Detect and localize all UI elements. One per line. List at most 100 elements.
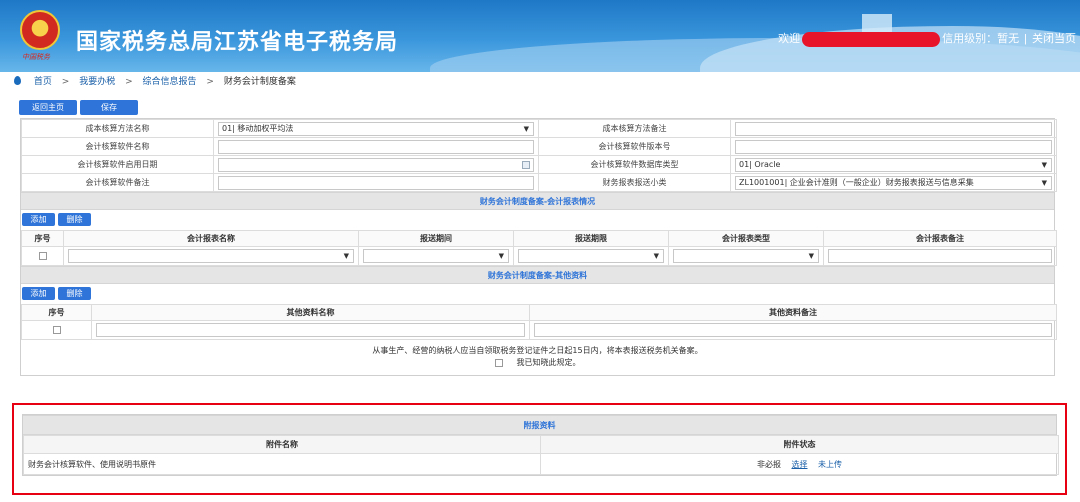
dropdown-caret-icon: ▼ xyxy=(808,252,814,260)
attachment-name: 财务会计核算软件、使用说明书原件 xyxy=(23,453,541,475)
other-section-title: 财务会计制度备案-其他资料 xyxy=(21,266,1054,284)
row-checkbox[interactable] xyxy=(38,252,47,260)
form-row: 成本核算方法名称 01| 移动加权平均法 ▼ 成本核算方法备注 xyxy=(21,119,1057,138)
cost-method-value: 01| 移动加权平均法 xyxy=(222,123,294,133)
report-add-button[interactable]: 添加 xyxy=(22,213,55,226)
location-pin-icon xyxy=(14,76,21,85)
dropdown-caret-icon: ▼ xyxy=(1041,160,1047,169)
table-row: ▼ ▼ ▼ ▼ xyxy=(21,246,1057,266)
dropdown-caret-icon: ▼ xyxy=(523,124,529,133)
attachment-required: 非必报 xyxy=(756,459,781,469)
col-attachment-status: 附件状态 xyxy=(540,435,1059,454)
row-checkbox[interactable] xyxy=(52,326,61,334)
software-remark-input[interactable] xyxy=(218,175,534,190)
software-remark-label: 会计核算软件备注 xyxy=(21,173,214,192)
report-table: 序号 会计报表名称 报送期间 报送期限 会计报表类型 会计报表备注 ▼ ▼ ▼ … xyxy=(21,230,1057,266)
database-type-value: 01| Oracle xyxy=(739,159,781,169)
table-header-row: 序号 其他资料名称 其他资料备注 xyxy=(21,304,1057,321)
software-name-input[interactable] xyxy=(218,139,534,154)
site-title: 国家税务总局江苏省电子税务局 xyxy=(76,29,399,54)
breadcrumb-info-report[interactable]: 综合信息报告 xyxy=(143,77,197,87)
software-version-input[interactable] xyxy=(735,139,1052,154)
report-toolbar: 添加 删除 xyxy=(21,210,1054,230)
table-header-row: 附件名称 附件状态 xyxy=(23,435,1059,454)
breadcrumb-arrow: > xyxy=(125,77,133,87)
report-name-select[interactable]: ▼ xyxy=(68,249,354,263)
attachments-table: 附件名称 附件状态 财务会计核算软件、使用说明书原件 非必报 选择 未上传 xyxy=(23,435,1059,475)
dropdown-caret-icon: ▼ xyxy=(498,252,504,260)
other-remark-input[interactable] xyxy=(534,323,1052,337)
dropdown-caret-icon: ▼ xyxy=(653,252,659,260)
user-area: 欢迎 信用级别：暂无 | 关闭当页 xyxy=(778,30,1076,47)
close-page-link[interactable]: 关闭当页 xyxy=(1032,33,1076,45)
attachments-title: 附报资料 xyxy=(23,415,1056,435)
breadcrumb-current: 财务会计制度备案 xyxy=(223,77,296,87)
col-other-name: 其他资料名称 xyxy=(91,304,530,321)
calendar-icon[interactable] xyxy=(522,160,530,169)
other-table: 序号 其他资料名称 其他资料备注 xyxy=(21,304,1057,340)
separator: | xyxy=(1024,33,1027,45)
confirm-label: 我已知晓此规定。 xyxy=(516,358,581,367)
col-report-name: 会计报表名称 xyxy=(63,230,359,247)
dropdown-caret-icon: ▼ xyxy=(1041,178,1047,187)
cost-method-remark-label: 成本核算方法备注 xyxy=(538,119,731,138)
database-type-label: 会计核算软件数据库类型 xyxy=(538,155,731,174)
col-report-remark: 会计报表备注 xyxy=(823,230,1057,247)
notice-text: 从事生产、经营的纳税人应当自领取税务登记证件之日起15日内，将本表报送税务机关备… xyxy=(372,346,703,355)
col-seq: 序号 xyxy=(21,230,64,247)
col-report-type: 会计报表类型 xyxy=(668,230,824,247)
deadline-select[interactable]: ▼ xyxy=(518,249,664,263)
basic-info-table: 成本核算方法名称 01| 移动加权平均法 ▼ 成本核算方法备注 会计核算软件名称 … xyxy=(21,119,1057,192)
software-name-label: 会计核算软件名称 xyxy=(21,137,214,156)
site-header: 中国税务 国家税务总局江苏省电子税务局 欢迎 信用级别：暂无 | 关闭当页 xyxy=(0,0,1080,72)
attachments-highlight-box: 附报资料 附件名称 附件状态 财务会计核算软件、使用说明书原件 非必报 选择 未… xyxy=(12,403,1067,495)
col-deadline: 报送期限 xyxy=(513,230,669,247)
cost-method-remark-input[interactable] xyxy=(735,121,1052,136)
other-delete-button[interactable]: 删除 xyxy=(58,287,91,300)
breadcrumb: 首页 > 我要办税 > 综合信息报告 > 财务会计制度备案 xyxy=(14,74,296,90)
breadcrumb-tax-handling[interactable]: 我要办税 xyxy=(79,77,115,87)
col-other-remark: 其他资料备注 xyxy=(529,304,1057,321)
report-section-title: 财务会计制度备案-会计报表情况 xyxy=(21,192,1054,210)
confirm-row: 我已知晓此规定。 xyxy=(21,355,1054,375)
form-row: 会计核算软件备注 财务报表报送小类 ZL1001001| 企业会计准则（一般企业… xyxy=(21,173,1057,192)
cost-method-label: 成本核算方法名称 xyxy=(21,119,214,138)
slogan-text: 中国税务 xyxy=(22,53,50,61)
form-row: 会计核算软件名称 会计核算软件版本号 xyxy=(21,137,1057,156)
save-button[interactable]: 保存 xyxy=(80,100,138,115)
credit-level: 信用级别：暂无 xyxy=(942,33,1020,45)
report-type-select[interactable]: ▼ xyxy=(673,249,819,263)
breadcrumb-home[interactable]: 首页 xyxy=(34,77,52,87)
upload-status: 未上传 xyxy=(818,459,843,469)
col-attachment-name: 附件名称 xyxy=(23,435,541,454)
form-row: 会计核算软件启用日期 会计核算软件数据库类型 01| Oracle ▼ xyxy=(21,155,1057,174)
welcome-label: 欢迎 xyxy=(778,33,801,45)
col-seq: 序号 xyxy=(21,304,92,321)
attachments-panel: 附报资料 附件名称 附件状态 财务会计核算软件、使用说明书原件 非必报 选择 未… xyxy=(22,414,1059,476)
report-delete-button[interactable]: 删除 xyxy=(58,213,91,226)
table-header-row: 序号 会计报表名称 报送期间 报送期限 会计报表类型 会计报表备注 xyxy=(21,230,1057,247)
report-subtype-value: ZL1001001| 企业会计准则（一般企业）财务报表报送与信息采集 xyxy=(739,177,974,187)
tax-emblem-icon xyxy=(20,10,60,50)
table-row: 财务会计核算软件、使用说明书原件 非必报 选择 未上传 xyxy=(23,453,1059,475)
back-home-button[interactable]: 返回主页 xyxy=(19,100,77,115)
software-start-date-input[interactable] xyxy=(218,157,534,172)
top-toolbar: 返回主页 保存 xyxy=(19,100,141,115)
col-period: 报送期间 xyxy=(358,230,514,247)
report-remark-input[interactable] xyxy=(828,249,1052,263)
choose-file-link[interactable]: 选择 xyxy=(792,460,808,469)
table-row xyxy=(21,320,1057,340)
cost-method-select[interactable]: 01| 移动加权平均法 ▼ xyxy=(218,121,534,136)
form-panel: 成本核算方法名称 01| 移动加权平均法 ▼ 成本核算方法备注 会计核算软件名称 … xyxy=(20,118,1057,376)
other-add-button[interactable]: 添加 xyxy=(22,287,55,300)
report-subtype-label: 财务报表报送小类 xyxy=(538,173,731,192)
other-toolbar: 添加 删除 xyxy=(21,284,1054,304)
software-version-label: 会计核算软件版本号 xyxy=(538,137,731,156)
other-name-input[interactable] xyxy=(96,323,525,337)
period-select[interactable]: ▼ xyxy=(363,249,509,263)
software-start-date-label: 会计核算软件启用日期 xyxy=(21,155,214,174)
breadcrumb-arrow: > xyxy=(61,77,70,87)
confirm-checkbox[interactable] xyxy=(494,358,503,367)
database-type-select[interactable]: 01| Oracle ▼ xyxy=(735,157,1052,172)
report-subtype-select[interactable]: ZL1001001| 企业会计准则（一般企业）财务报表报送与信息采集 ▼ xyxy=(735,175,1052,190)
